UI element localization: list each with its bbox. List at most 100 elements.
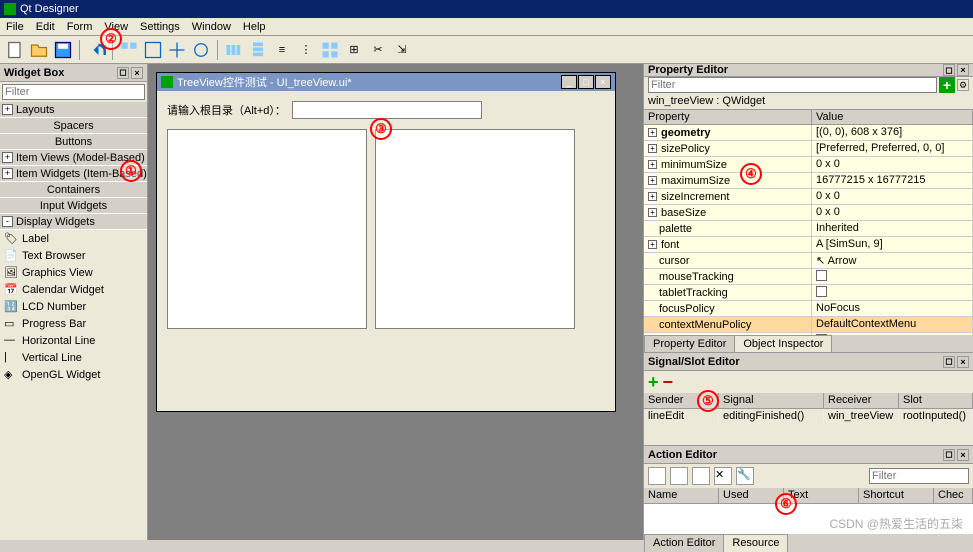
property-row[interactable]: +baseSize0 x 0 — [644, 205, 973, 221]
new-file-icon[interactable] — [4, 39, 26, 61]
property-row[interactable]: paletteInherited — [644, 221, 973, 237]
design-window[interactable]: TreeView控件测试 - UI_treeView.ui* _ □ × 请输入… — [156, 72, 616, 412]
property-table[interactable]: +geometry[(0, 0), 608 x 376]+sizePolicy[… — [644, 125, 973, 335]
widget-box-tree[interactable]: +LayoutsSpacersButtons+Item Views (Model… — [0, 102, 147, 540]
configure-action-icon[interactable]: 🔧 — [736, 467, 754, 485]
col-signal[interactable]: Signal — [719, 393, 824, 408]
maximize-icon[interactable]: □ — [578, 75, 594, 89]
widget-category[interactable]: +Layouts — [0, 102, 147, 118]
col-action-shortcut[interactable]: Shortcut — [859, 488, 934, 503]
undock-icon[interactable]: ◻ — [117, 67, 129, 79]
property-value[interactable]: 0 x 0 — [812, 205, 973, 220]
col-value[interactable]: Value — [812, 110, 973, 124]
design-form[interactable]: 请输入根目录（Alt+d）： — [157, 91, 615, 411]
action-filter[interactable] — [869, 468, 969, 484]
tab-object-inspector[interactable]: Object Inspector — [734, 335, 832, 352]
menu-edit[interactable]: Edit — [30, 21, 61, 33]
close-icon[interactable]: × — [131, 67, 143, 79]
undo-icon[interactable] — [85, 39, 107, 61]
undock-icon[interactable]: ◻ — [943, 449, 955, 461]
root-dir-input[interactable] — [292, 101, 482, 119]
tab-action-editor[interactable]: Action Editor — [644, 534, 724, 552]
delete-action-icon[interactable]: ✕ — [714, 467, 732, 485]
add-property-icon[interactable]: + — [939, 77, 955, 93]
treeview-right[interactable] — [375, 129, 575, 329]
close-window-icon[interactable]: × — [595, 75, 611, 89]
col-action-text[interactable]: Text — [784, 488, 859, 503]
layout-hsplit-icon[interactable]: ≡ — [271, 39, 293, 61]
design-area[interactable]: TreeView控件测试 - UI_treeView.ui* _ □ × 请输入… — [148, 64, 643, 540]
widget-item[interactable]: ▭Progress Bar — [0, 315, 147, 332]
col-action-checkable[interactable]: Chec — [934, 488, 973, 503]
tab-resource-browser[interactable]: Resource — [723, 534, 788, 552]
property-value[interactable] — [812, 269, 973, 284]
layout-h-icon[interactable] — [223, 39, 245, 61]
save-icon[interactable] — [52, 39, 74, 61]
open-file-icon[interactable] — [28, 39, 50, 61]
expand-icon[interactable]: + — [2, 168, 13, 179]
property-value[interactable]: ↖ Arrow — [812, 253, 973, 268]
expand-icon[interactable]: - — [2, 216, 13, 227]
treeview-left[interactable] — [167, 129, 367, 329]
widget-category[interactable]: -Display Widgets — [0, 214, 147, 230]
close-icon[interactable]: × — [957, 449, 969, 461]
widget-box-filter[interactable] — [2, 84, 145, 100]
property-row[interactable]: focusPolicyNoFocus — [644, 301, 973, 317]
minimize-icon[interactable]: _ — [561, 75, 577, 89]
widget-item[interactable]: |Vertical Line — [0, 349, 147, 366]
menu-window[interactable]: Window — [186, 21, 237, 33]
edit-widgets-icon[interactable] — [118, 39, 140, 61]
menu-view[interactable]: View — [98, 21, 134, 33]
col-receiver[interactable]: Receiver — [824, 393, 899, 408]
widget-category[interactable]: +Item Widgets (Item-Based) — [0, 166, 147, 182]
property-row[interactable]: +sizePolicy[Preferred, Preferred, 0, 0] — [644, 141, 973, 157]
property-value[interactable]: [(0, 0), 608 x 376] — [812, 125, 973, 140]
property-row[interactable]: +sizeIncrement0 x 0 — [644, 189, 973, 205]
col-action-used[interactable]: Used — [719, 488, 784, 503]
property-row[interactable]: +geometry[(0, 0), 608 x 376] — [644, 125, 973, 141]
close-icon[interactable]: × — [957, 64, 969, 76]
design-titlebar[interactable]: TreeView控件测试 - UI_treeView.ui* _ □ × — [157, 73, 615, 91]
remove-signal-icon[interactable]: − — [663, 372, 674, 393]
layout-grid-icon[interactable] — [319, 39, 341, 61]
property-value[interactable]: Inherited — [812, 221, 973, 236]
property-row[interactable]: mouseTracking — [644, 269, 973, 285]
col-property[interactable]: Property — [644, 110, 812, 124]
property-row[interactable]: +maximumSize16777215 x 16777215 — [644, 173, 973, 189]
expand-icon[interactable]: + — [2, 104, 13, 115]
property-value[interactable]: 0 x 0 — [812, 189, 973, 204]
edit-buddies-icon[interactable] — [166, 39, 188, 61]
menu-help[interactable]: Help — [237, 21, 272, 33]
edit-tab-order-icon[interactable] — [190, 39, 212, 61]
undock-icon[interactable]: ◻ — [943, 356, 955, 368]
adjust-size-icon[interactable]: ⇲ — [391, 39, 413, 61]
widget-category[interactable]: Spacers — [0, 118, 147, 134]
property-value[interactable]: 16777215 x 16777215 — [812, 173, 973, 188]
widget-item[interactable]: 📄Text Browser — [0, 247, 147, 264]
add-signal-icon[interactable]: + — [648, 372, 659, 393]
property-value[interactable]: DefaultContextMenu — [812, 317, 973, 332]
signal-row[interactable]: lineEdit editingFinished() win_treeView … — [644, 409, 973, 425]
close-icon[interactable]: × — [957, 356, 969, 368]
property-row[interactable]: contextMenuPolicyDefaultContextMenu — [644, 317, 973, 333]
property-value[interactable]: NoFocus — [812, 301, 973, 316]
property-row[interactable]: +fontA [SimSun, 9] — [644, 237, 973, 253]
col-action-name[interactable]: Name — [644, 488, 719, 503]
property-row[interactable]: +minimumSize0 x 0 — [644, 157, 973, 173]
widget-item[interactable]: 📅Calendar Widget — [0, 281, 147, 298]
layout-v-icon[interactable] — [247, 39, 269, 61]
col-slot[interactable]: Slot — [899, 393, 973, 408]
property-value[interactable]: 0 x 0 — [812, 157, 973, 172]
paste-action-icon[interactable] — [692, 467, 710, 485]
widget-category[interactable]: +Item Views (Model-Based) — [0, 150, 147, 166]
expand-icon[interactable]: + — [2, 152, 13, 163]
property-menu-icon[interactable]: ⚙ — [957, 79, 969, 91]
tab-property-editor[interactable]: Property Editor — [644, 335, 735, 352]
property-row[interactable]: cursor↖ Arrow — [644, 253, 973, 269]
widget-category[interactable]: Input Widgets — [0, 198, 147, 214]
layout-vsplit-icon[interactable]: ⋮ — [295, 39, 317, 61]
widget-category[interactable]: Containers — [0, 182, 147, 198]
property-filter[interactable] — [648, 77, 937, 93]
new-action-icon[interactable] — [648, 467, 666, 485]
property-row[interactable]: tabletTracking — [644, 285, 973, 301]
